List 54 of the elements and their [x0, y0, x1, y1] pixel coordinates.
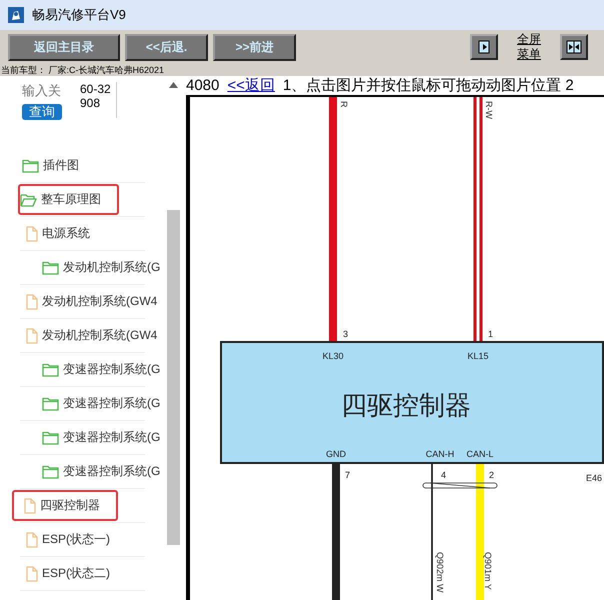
tree-item[interactable]: 变速器控制系统(G — [40, 456, 167, 487]
tree-item[interactable]: ESP(状态一) — [24, 524, 128, 555]
tree-item[interactable]: 发动机控制系统(GW4 — [24, 320, 167, 351]
window-title: 畅易汽修平台V9 — [32, 6, 126, 24]
tree-item[interactable]: 变速器控制系统(G — [40, 422, 167, 453]
search-label: 输入关 — [22, 82, 62, 100]
scroll-thumb[interactable] — [167, 210, 180, 545]
connector-label: E46 — [586, 473, 602, 483]
signal-label: CAN-H — [426, 449, 454, 459]
document-icon — [26, 532, 38, 548]
expand-button[interactable] — [470, 34, 498, 60]
wire-label: R — [339, 101, 349, 108]
scroll-up-icon[interactable] — [169, 82, 178, 88]
vehicle-info: 当前车型： 厂家:C-长城汽车哈弗H62021 — [0, 64, 604, 76]
document-icon — [26, 226, 38, 242]
wire-label: Q901m Y — [483, 552, 493, 590]
wire-label: Q902m W — [435, 552, 445, 593]
app-logo-icon — [8, 7, 24, 23]
pin-number: 2 — [489, 470, 494, 480]
pin-number: 4 — [441, 470, 446, 480]
pin-number: 3 — [343, 329, 348, 339]
document-icon — [26, 566, 38, 582]
fullscreen-menu-link[interactable]: 全屏菜单 — [516, 32, 542, 62]
arrow-right-icon — [478, 40, 490, 54]
toolbar-button[interactable]: 返回主目录 — [8, 34, 120, 60]
pin-number: 7 — [345, 470, 350, 480]
tree-item[interactable]: 变速器控制系统(G — [40, 388, 167, 419]
document-icon — [26, 328, 38, 344]
diagram-code: 4080 — [186, 77, 220, 95]
query-button[interactable]: 查询 — [22, 104, 62, 120]
pin-number: 1 — [488, 329, 494, 339]
module-title: 四驱控制器 — [341, 390, 471, 420]
document-icon — [26, 294, 38, 310]
signal-label: CAN-L — [466, 449, 494, 459]
search-field[interactable]: 60-32908 — [80, 82, 117, 118]
tree-item[interactable]: 发动机控制系统(GW4 — [24, 286, 167, 317]
tree-item[interactable]: ESP(状态二) — [24, 558, 128, 589]
tree-item[interactable]: 变速器控制系统(G — [40, 354, 167, 385]
tree-item[interactable]: 电源系统 — [24, 218, 108, 249]
tree-item[interactable]: 插件图 — [20, 150, 97, 181]
back-link[interactable]: <<返回 — [227, 77, 275, 95]
tree-item[interactable]: 整车原理图 — [18, 184, 119, 215]
signal-label: KL30 — [322, 351, 344, 361]
document-icon — [24, 498, 36, 514]
wire-label: R-W — [484, 101, 494, 119]
collapse-button[interactable] — [560, 34, 588, 60]
toolbar-button[interactable]: >>前进 — [213, 34, 296, 60]
instructions-text: 1、点击图片并按住鼠标可拖动动图片位置 2 — [282, 77, 574, 95]
signal-label: GND — [326, 449, 346, 459]
toolbar-button[interactable]: <<后退. — [125, 34, 208, 60]
arrows-inward-icon — [566, 40, 582, 54]
signal-label: KL15 — [467, 351, 489, 361]
tree-item[interactable]: 四驱控制器 — [12, 490, 118, 521]
tree-item[interactable]: 发动机控制系统(G — [40, 252, 167, 283]
